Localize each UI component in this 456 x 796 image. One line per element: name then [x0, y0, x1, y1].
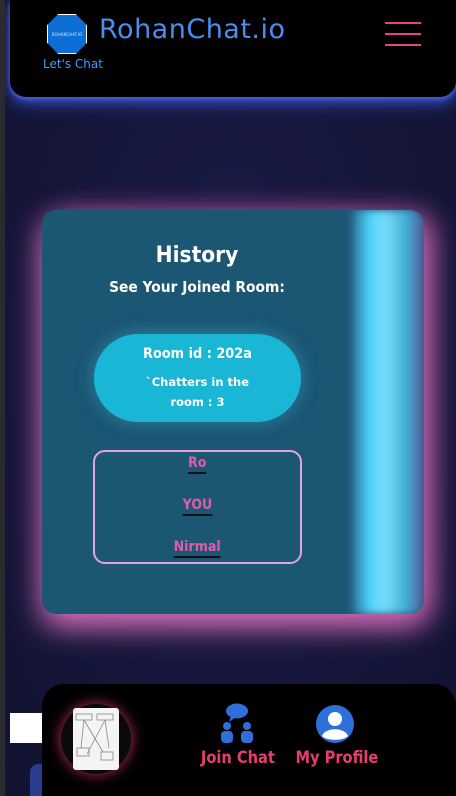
room-card[interactable]: Room id : 202a `Chatters in the room : 3 [94, 334, 301, 422]
top-header: ROHANCHAT.IO RohanChat.io Let's Chat [10, 0, 456, 97]
member-name: YOU [182, 497, 213, 516]
user-circle-icon [289, 700, 381, 744]
join-chat-label: Join Chat [200, 748, 275, 768]
side-tab[interactable] [10, 713, 44, 743]
history-card: History See Your Joined Room: Room id : … [42, 210, 424, 614]
tagline: Let's Chat [43, 57, 103, 71]
history-subtitle: See Your Joined Room: [109, 278, 285, 296]
my-profile-button[interactable]: My Profile [289, 700, 381, 768]
members-list: Ro YOU Nirmal [93, 450, 302, 564]
room-chatters-count: `Chatters in the room : 3 [145, 375, 250, 409]
member-item[interactable]: YOU [95, 497, 300, 516]
diagram-thumbnail-button[interactable] [61, 704, 131, 774]
chat-people-icon [195, 700, 279, 744]
member-item[interactable]: Nirmal [95, 539, 300, 558]
room-id: Room id : 202a [143, 346, 252, 362]
logo-text: ROHANCHAT.IO [51, 31, 83, 37]
hamburger-menu-icon[interactable] [385, 21, 421, 47]
history-title: History [155, 243, 239, 268]
join-chat-button[interactable]: Join Chat [195, 700, 279, 768]
card-glow-decoration [352, 210, 424, 614]
brand-title[interactable]: RohanChat.io [99, 14, 286, 45]
my-profile-label: My Profile [295, 748, 379, 768]
document-thumbnail-icon [73, 708, 119, 770]
member-item[interactable]: Ro [95, 455, 300, 474]
member-name: Ro [188, 455, 207, 474]
logo-icon[interactable]: ROHANCHAT.IO [47, 14, 87, 54]
member-name: Nirmal [173, 539, 222, 558]
page: ROHANCHAT.IO RohanChat.io Let's Chat His… [0, 0, 456, 796]
